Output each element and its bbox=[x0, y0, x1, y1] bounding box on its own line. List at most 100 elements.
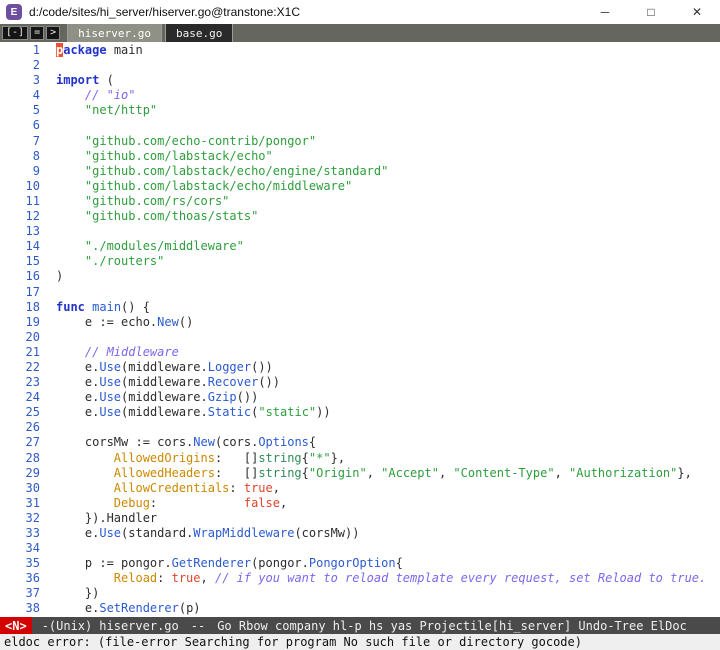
line-number: 32 bbox=[25, 510, 40, 525]
line-content: corsMw := cors.New(cors.Options{ bbox=[56, 435, 317, 450]
code-line[interactable]: 8 "github.com/labstack/echo" bbox=[0, 149, 720, 164]
code-line[interactable]: 21 // Middleware bbox=[0, 345, 720, 360]
line-content: }) bbox=[56, 586, 100, 601]
line-content: ) bbox=[56, 269, 64, 284]
window-title: d:/code/sites/hi_server/hiserver.go@tran… bbox=[29, 5, 300, 19]
code-line[interactable]: 34 bbox=[0, 541, 720, 556]
line-number: 38 bbox=[25, 601, 40, 616]
tabbar-scroll-left-button[interactable]: = bbox=[30, 26, 45, 40]
tab-bar-tabs: hiserver.go base.go bbox=[67, 24, 236, 42]
code-line[interactable]: 11 "github.com/rs/cors" bbox=[0, 194, 720, 209]
code-line[interactable]: 3 import ( bbox=[0, 73, 720, 88]
line-number: 21 bbox=[25, 344, 40, 359]
line-number: 5 bbox=[32, 103, 40, 118]
line-number: 37 bbox=[25, 586, 40, 601]
tab-base.go[interactable]: base.go bbox=[164, 24, 234, 42]
line-number: 25 bbox=[25, 405, 40, 420]
code-line[interactable]: 24 e.Use(middleware.Gzip()) bbox=[0, 390, 720, 405]
line-content: e := echo.New() bbox=[56, 314, 194, 329]
tabbar-scroll-right-button[interactable]: > bbox=[46, 26, 61, 40]
code-line[interactable]: 10 "github.com/labstack/echo/middleware" bbox=[0, 179, 720, 194]
code-line[interactable]: 29 AllowedHeaders: []string{"Origin", "A… bbox=[0, 466, 720, 481]
line-number: 35 bbox=[25, 556, 40, 571]
code-line[interactable]: 25 e.Use(middleware.Static("static")) bbox=[0, 405, 720, 420]
code-line[interactable]: 36 Reload: true, // if you want to reloa… bbox=[0, 571, 720, 586]
line-content: "github.com/echo-contrib/pongor" bbox=[84, 133, 317, 148]
code-line[interactable]: 5 "net/http" bbox=[0, 103, 720, 118]
line-number: 15 bbox=[25, 254, 40, 269]
code-line[interactable]: 6 bbox=[0, 118, 720, 133]
code-line[interactable]: 14 "./modules/middleware" bbox=[0, 239, 720, 254]
code-line[interactable]: 4 // "io" bbox=[0, 88, 720, 103]
line-number: 11 bbox=[25, 193, 40, 208]
mode-line[interactable]: <N> -(Unix) hiserver.go -- Go Rbow compa… bbox=[0, 617, 720, 634]
line-number: 20 bbox=[25, 329, 40, 344]
line-number: 33 bbox=[25, 526, 40, 540]
code-line[interactable]: 9 "github.com/labstack/echo/engine/stand… bbox=[0, 164, 720, 179]
code-line[interactable]: 33 e.Use(standard.WrapMiddleware(corsMw)… bbox=[0, 526, 720, 541]
line-number: 36 bbox=[25, 571, 40, 586]
close-icon: ✕ bbox=[691, 5, 703, 19]
line-number: 29 bbox=[25, 465, 40, 480]
code-line[interactable]: 37 }) bbox=[0, 586, 720, 601]
code-line[interactable]: 22 e.Use(middleware.Logger()) bbox=[0, 360, 720, 375]
code-line[interactable]: 16) bbox=[0, 269, 720, 284]
code-line[interactable]: 26 bbox=[0, 420, 720, 435]
modeline-modes[interactable]: Go Rbow company hl-p hs yas Projectile[h… bbox=[217, 619, 687, 633]
line-content: e.SetRenderer(p) bbox=[56, 601, 201, 616]
minimize-button[interactable]: ─ bbox=[582, 0, 628, 24]
code-line[interactable]: 28 AllowedOrigins: []string{"*"}, bbox=[0, 451, 720, 466]
code-line[interactable]: 15 "./routers" bbox=[0, 254, 720, 269]
code-line[interactable]: 13 bbox=[0, 224, 720, 239]
line-content: AllowedOrigins: []string{"*"}, bbox=[113, 450, 346, 465]
code-line[interactable]: 23 e.Use(middleware.Recover()) bbox=[0, 375, 720, 390]
code-line[interactable]: 1 package main bbox=[0, 43, 720, 58]
line-content: }).Handler bbox=[56, 510, 158, 525]
code-line[interactable]: 30 AllowCredentials: true, bbox=[0, 481, 720, 496]
code-line[interactable]: 20 bbox=[0, 330, 720, 345]
maximize-button[interactable]: □ bbox=[628, 0, 674, 24]
code-line[interactable]: 27 corsMw := cors.New(cors.Options{ bbox=[0, 435, 720, 450]
tabbar-home-button[interactable]: [-] bbox=[2, 26, 29, 40]
line-content: func main() { bbox=[56, 299, 150, 314]
line-number: 18 bbox=[25, 299, 40, 314]
close-button[interactable]: ✕ bbox=[674, 0, 720, 24]
code-line[interactable]: 19 e := echo.New() bbox=[0, 315, 720, 330]
line-number: 7 bbox=[32, 133, 40, 148]
code-line[interactable]: 31 Debug: false, bbox=[0, 496, 720, 511]
code-line[interactable]: 35 p := pongor.GetRenderer(pongor.Pongor… bbox=[0, 556, 720, 571]
code-line[interactable]: 32 }).Handler bbox=[0, 511, 720, 526]
code-line[interactable]: 2 bbox=[0, 58, 720, 73]
line-number: 19 bbox=[25, 314, 40, 329]
code-area[interactable]: 1 package main 2 3 import (4 // "io" 5 "net/h… bbox=[0, 42, 720, 617]
minimize-icon: ─ bbox=[600, 5, 610, 19]
line-number: 34 bbox=[25, 541, 40, 556]
line-number: 4 bbox=[32, 88, 40, 103]
line-content: "./routers" bbox=[84, 254, 165, 269]
tab-hiserver.go[interactable]: hiserver.go bbox=[67, 24, 162, 42]
code-line[interactable]: 7 "github.com/echo-contrib/pongor" bbox=[0, 134, 720, 149]
emacs-icon: E bbox=[6, 4, 22, 20]
code-line[interactable]: 38 e.SetRenderer(p) bbox=[0, 601, 720, 616]
line-content: "github.com/thoas/stats" bbox=[84, 209, 259, 224]
modeline-buffer-name[interactable]: hiserver.go bbox=[99, 619, 178, 633]
tab-bar: [-] = > hiserver.go base.go bbox=[0, 24, 720, 42]
window-controls: ─ □ ✕ bbox=[582, 0, 720, 24]
emacs-window: E d:/code/sites/hi_server/hiserver.go@tr… bbox=[0, 0, 720, 650]
line-content: import ( bbox=[56, 73, 114, 88]
line-content: e.Use(middleware.Logger()) bbox=[56, 359, 273, 374]
title-bar[interactable]: E d:/code/sites/hi_server/hiserver.go@tr… bbox=[0, 0, 720, 24]
line-number: 2 bbox=[32, 58, 40, 73]
line-number: 9 bbox=[32, 163, 40, 178]
code-line[interactable]: 12 "github.com/thoas/stats" bbox=[0, 209, 720, 224]
code-line[interactable]: 18 func main() { bbox=[0, 300, 720, 315]
tab-bar-buttons: [-] = > bbox=[0, 24, 62, 42]
code-line[interactable]: 17 bbox=[0, 285, 720, 300]
line-number: 10 bbox=[25, 178, 40, 193]
line-content: e.Use(middleware.Gzip()) bbox=[56, 390, 259, 405]
line-number: 13 bbox=[25, 224, 40, 239]
line-content: e.Use(middleware.Static("static")) bbox=[56, 405, 331, 420]
line-number: 12 bbox=[25, 209, 40, 224]
line-content: "net/http" bbox=[84, 103, 158, 118]
line-number: 28 bbox=[25, 450, 40, 465]
